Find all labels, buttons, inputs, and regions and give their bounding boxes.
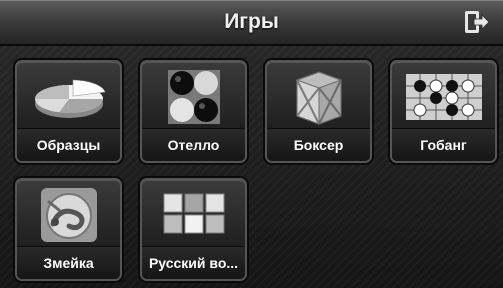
snake-icon — [29, 186, 109, 244]
page-title: Игры — [224, 10, 279, 33]
game-label: Боксер — [267, 128, 370, 161]
othello-discs-icon — [154, 68, 234, 126]
title-bar: Игры — [0, 0, 503, 46]
games-screen: Игры Образцы Отелло Боксер Гобанг Змейка… — [0, 0, 503, 288]
game-tile-gobang[interactable]: Гобанг — [390, 60, 497, 163]
game-label: Отелло — [142, 128, 245, 161]
block-puzzle-icon — [154, 186, 234, 244]
game-label: Образцы — [17, 128, 120, 161]
pie-chart-icon — [29, 68, 109, 126]
exit-icon — [465, 11, 490, 33]
game-tile-obraztsy[interactable]: Образцы — [15, 60, 122, 163]
crate-box-icon — [279, 68, 359, 126]
game-label: Русский во... — [142, 246, 245, 279]
game-tile-russkiy-vo[interactable]: Русский во... — [140, 178, 247, 281]
exit-button[interactable] — [463, 9, 491, 35]
game-tile-zmeyka[interactable]: Змейка — [15, 178, 122, 281]
gomoku-board-icon — [404, 68, 484, 126]
game-label: Гобанг — [392, 128, 495, 161]
game-tile-bokser[interactable]: Боксер — [265, 60, 372, 163]
game-label: Змейка — [17, 246, 120, 279]
game-tile-othello[interactable]: Отелло — [140, 60, 247, 163]
